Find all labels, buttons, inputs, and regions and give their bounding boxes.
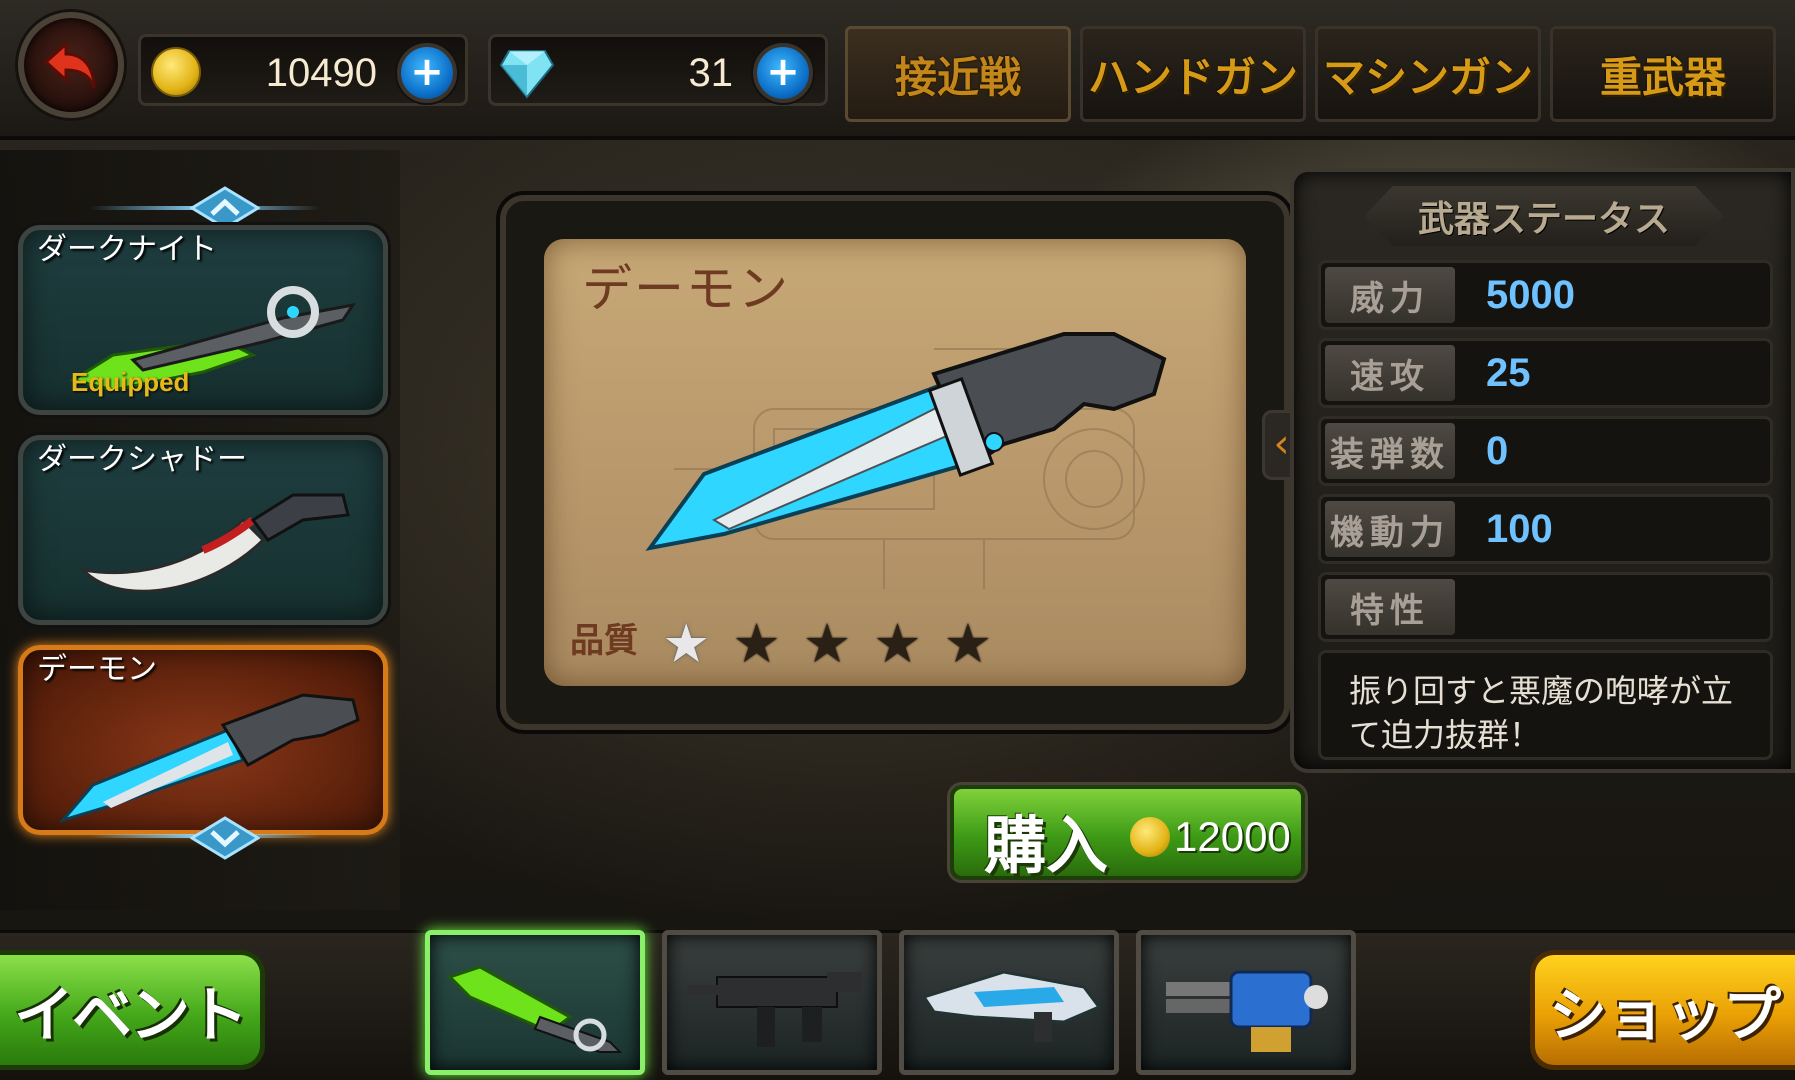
stat-value: 25: [1486, 351, 1531, 395]
stat-value: 5000: [1486, 273, 1575, 317]
green-blade-icon: [447, 965, 623, 1053]
weapon-stats-panel: 武器ステータス 威力 5000 速攻 25 装弾数 0 機動力 100 特性 振…: [1290, 168, 1795, 773]
weapon-list: ダークナイト Equipped ダークシャドー デーモン: [0, 150, 400, 910]
coin-icon: [1130, 817, 1170, 857]
cyan-knife-icon: [58, 693, 360, 823]
purchase-price: 12000: [1174, 813, 1291, 860]
scroll-down-button[interactable]: [190, 816, 260, 860]
weapon-display: デーモン 品質 ★ ★ ★ ★ ★: [500, 195, 1290, 730]
tab-handgun[interactable]: ハンドガン: [1080, 26, 1306, 122]
tab-machinegun[interactable]: マシンガン: [1315, 26, 1541, 122]
stat-label: 速攻: [1325, 345, 1455, 401]
weapon-card-name: ダークシャドー: [37, 442, 247, 477]
gem-counter: 31 +: [488, 34, 828, 106]
star-icon: ★: [732, 612, 781, 675]
weapon-blueprint-panel: デーモン 品質 ★ ★ ★ ★ ★: [544, 239, 1246, 686]
chevron-down-icon: [190, 816, 260, 860]
stat-value: 100: [1486, 507, 1553, 551]
add-gems-button[interactable]: +: [753, 43, 813, 103]
coin-counter: 10490 +: [138, 34, 468, 106]
purchase-label: 購入: [984, 809, 1109, 882]
stat-row-ammo: 装弾数 0: [1318, 416, 1773, 486]
stat-label: 装弾数: [1325, 423, 1455, 479]
tab-melee[interactable]: 接近戦: [845, 26, 1071, 122]
stat-row-power: 威力 5000: [1318, 260, 1773, 330]
stat-value: 0: [1486, 429, 1509, 473]
quick-slot-3[interactable]: [899, 930, 1119, 1075]
weapon-card-dark-knight[interactable]: ダークナイト Equipped: [18, 225, 388, 415]
equipped-badge: Equipped: [71, 367, 190, 397]
top-bar: 10490 + 31 + 接近戦 ハンドガン マシンガン 重武器: [0, 0, 1795, 140]
quality-label: 品質: [570, 621, 638, 661]
weapon-name: デーモン: [582, 260, 790, 318]
stat-row-mobility: 機動力 100: [1318, 494, 1773, 564]
bottom-bar: [0, 930, 1795, 1080]
star-icon: ★: [873, 612, 922, 675]
coin-amount: 10490: [265, 51, 377, 95]
weapon-card-name: デーモン: [37, 652, 157, 687]
submachine-gun-icon: [687, 972, 862, 1047]
quick-slot-2[interactable]: [662, 930, 882, 1075]
purchase-button[interactable]: 購入 12000: [950, 785, 1305, 882]
stat-row-trait: 特性: [1318, 572, 1773, 642]
weapon-card-name: ダークナイト: [37, 232, 217, 267]
stat-row-speed: 速攻 25: [1318, 338, 1773, 408]
star-icon: ★: [943, 612, 993, 675]
back-button[interactable]: [18, 12, 124, 118]
quality-stars: ★ ★ ★ ★ ★: [662, 616, 992, 672]
heavy-rifle-icon: [921, 970, 1102, 1042]
quick-slot-4[interactable]: [1136, 930, 1356, 1075]
weapon-card-dark-shadow[interactable]: ダークシャドー: [18, 435, 388, 625]
shop-button[interactable]: ショップ: [1530, 950, 1795, 1070]
star-icon: ★: [802, 612, 852, 675]
stat-label: 特性: [1325, 579, 1455, 635]
star-icon: ★: [662, 612, 711, 675]
quick-slot-1[interactable]: [425, 930, 645, 1075]
tab-heavy-weapons[interactable]: 重武器: [1550, 26, 1776, 122]
stats-header: 武器ステータス: [1364, 186, 1724, 246]
stat-label: 威力: [1325, 267, 1455, 323]
curved-dagger-icon: [78, 493, 350, 593]
coin-icon: [151, 47, 201, 97]
stat-label: 機動力: [1325, 501, 1455, 557]
minigun-icon: [1166, 970, 1328, 1052]
weapon-card-demon[interactable]: デーモン: [18, 645, 388, 835]
demon-knife-icon: [645, 332, 1167, 551]
back-arrow-icon: [43, 40, 96, 89]
weapon-description: 振り回すと悪魔の咆哮が立て迫力抜群！: [1318, 650, 1773, 760]
diamond-icon: [499, 50, 555, 99]
gem-amount: 31: [688, 51, 734, 95]
event-button[interactable]: イベント: [0, 950, 265, 1070]
add-coins-button[interactable]: +: [397, 43, 457, 103]
